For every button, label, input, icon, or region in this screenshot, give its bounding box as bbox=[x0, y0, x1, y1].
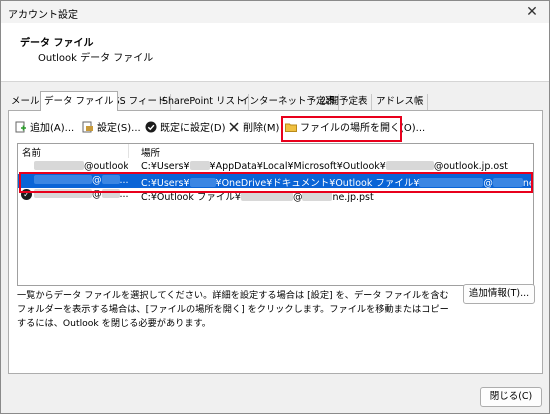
row-location-part: C:¥Outlook ファイル¥ bbox=[141, 192, 241, 203]
set-default-button[interactable]: 既定に設定(D) bbox=[145, 119, 226, 139]
column-divider[interactable] bbox=[128, 144, 129, 158]
dialog-header: データ ファイル Outlook データ ファイル bbox=[1, 23, 549, 82]
tab-sharepoint-lists[interactable]: SharePoint リスト bbox=[159, 94, 249, 110]
list-header: 名前 場所 bbox=[18, 144, 533, 159]
redacted-text bbox=[189, 161, 210, 170]
title-bar: アカウント設定 ✕ bbox=[1, 1, 549, 23]
highlight-open-location bbox=[281, 116, 402, 142]
tab-address-books[interactable]: アドレス帳 bbox=[373, 94, 428, 110]
add-button[interactable]: 追加(A)... bbox=[15, 119, 74, 139]
set-default-button-label: 既定に設定(D) bbox=[160, 123, 226, 134]
header-title: データ ファイル bbox=[20, 38, 94, 49]
header-subtitle: Outlook データ ファイル bbox=[38, 53, 154, 64]
row-location-part: @ bbox=[292, 192, 303, 203]
add-button-label: 追加(A)... bbox=[30, 123, 75, 134]
description-text: 一覧からデータ ファイルを選択してください。詳細を設定する場合は [設定] を、… bbox=[17, 290, 449, 329]
close-button[interactable]: 閉じる(C) bbox=[480, 387, 542, 407]
account-settings-window: アカウント設定 ✕ データ ファイル Outlook データ ファイル メール … bbox=[0, 0, 550, 414]
settings-button-label: 設定(S)... bbox=[97, 123, 141, 134]
delete-x-icon bbox=[229, 122, 239, 132]
redacted-text bbox=[240, 192, 293, 201]
redacted-text bbox=[302, 192, 333, 201]
row-location-part: ne.jp.pst bbox=[332, 192, 374, 203]
add-file-icon bbox=[15, 121, 26, 133]
row-location: C:¥Users¥ ¥AppData¥Local¥Microsoft¥Outloo… bbox=[141, 161, 508, 172]
row-location-part: ¥AppData¥Local¥Microsoft¥Outlook¥ bbox=[209, 161, 386, 172]
more-info-button[interactable]: 追加情報(T)... bbox=[463, 284, 535, 304]
data-file-list[interactable]: 名前 場所 @outlook.jp C:¥Users¥ ¥AppData¥Loca… bbox=[17, 143, 534, 286]
redacted-text bbox=[385, 161, 434, 170]
highlight-selected-row bbox=[19, 172, 533, 193]
column-header-name[interactable]: 名前 bbox=[22, 145, 41, 159]
close-icon[interactable]: ✕ bbox=[521, 1, 543, 23]
delete-button[interactable]: 削除(M) bbox=[228, 119, 279, 139]
row-name: @outlook.jp bbox=[34, 161, 128, 172]
row-location-part: C:¥Users¥ bbox=[141, 161, 190, 172]
column-header-location[interactable]: 場所 bbox=[141, 145, 160, 159]
data-files-panel: 追加(A)... 設定(S)... 既定に設定(D) 削除(M) ファイルの場所… bbox=[8, 110, 543, 374]
window-title: アカウント設定 bbox=[8, 10, 78, 21]
settings-button[interactable]: 設定(S)... bbox=[82, 119, 141, 139]
check-circle-icon bbox=[145, 121, 157, 133]
tab-data-files[interactable]: データ ファイル bbox=[40, 91, 118, 111]
delete-button-label: 削除(M) bbox=[243, 123, 280, 134]
settings-file-icon bbox=[82, 121, 93, 133]
redacted-text bbox=[34, 161, 84, 170]
row-location-part: @outlook.jp.ost bbox=[433, 161, 508, 172]
row-name-suffix: @outlook.jp bbox=[84, 161, 128, 172]
tab-mail[interactable]: メール bbox=[8, 94, 44, 110]
tab-published-calendars[interactable]: 公開予定表 bbox=[317, 94, 372, 110]
